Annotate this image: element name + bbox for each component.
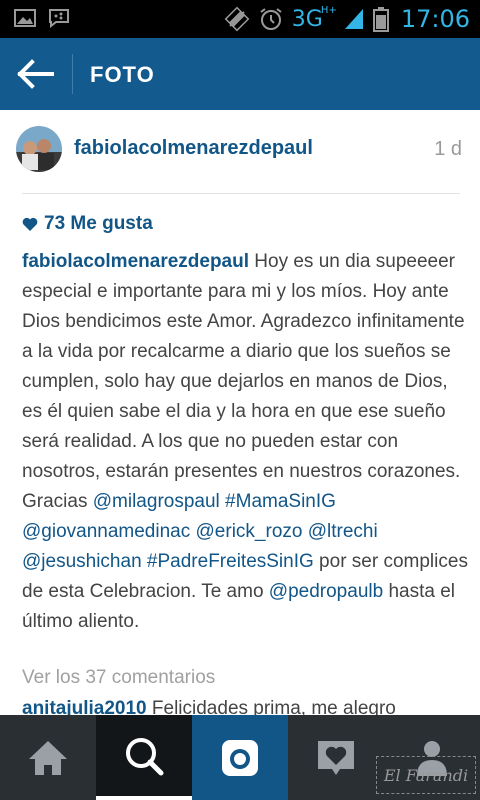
post-username[interactable]: fabiolacolmenarezdepaul — [74, 137, 313, 160]
avatar[interactable] — [16, 126, 62, 172]
bbm-icon — [49, 9, 69, 28]
activity-icon — [318, 740, 354, 775]
view-comments-link[interactable]: Ver los 37 comentarios — [22, 667, 215, 689]
post-time: 1 d — [434, 138, 462, 160]
caption-username[interactable]: fabiolacolmenarezdepaul — [22, 251, 249, 272]
arrow-left-icon[interactable] — [16, 58, 56, 90]
status-clock: 17:06 — [400, 5, 470, 33]
camera-icon — [222, 739, 258, 776]
search-icon — [126, 737, 164, 775]
hashtag-link[interactable]: #MamaSinIG — [225, 491, 336, 512]
nav-search[interactable] — [96, 715, 192, 800]
app-header: FOTO — [0, 38, 480, 110]
mention-link[interactable]: @pedropaulb — [269, 581, 383, 602]
watermark: El Farandi — [376, 756, 476, 794]
nav-camera[interactable] — [192, 715, 288, 800]
nav-activity[interactable] — [288, 715, 384, 800]
signal-icon — [344, 9, 363, 29]
nav-home[interactable] — [0, 715, 96, 800]
hashtag-link[interactable]: #PadreFreitesSinIG — [147, 551, 314, 572]
network-type: 3G H+ — [291, 4, 337, 32]
page-title: FOTO — [90, 62, 155, 87]
signal-off-icon — [224, 6, 250, 32]
likes-label: 73 Me gusta — [44, 213, 153, 234]
likes-count[interactable]: 73 Me gusta — [22, 213, 153, 235]
mention-link[interactable]: @erick_rozo — [196, 521, 303, 542]
image-icon — [14, 9, 36, 27]
heart-icon — [22, 217, 38, 231]
header-divider — [72, 54, 73, 94]
post-caption: fabiolacolmenarezdepaul Hoy es un dia su… — [22, 247, 472, 637]
alarm-icon — [260, 8, 282, 30]
caption-text: Hoy es un dia supeeeer especial e import… — [22, 251, 465, 512]
status-bar: 3G H+ 17:06 — [0, 0, 480, 38]
mention-link[interactable]: @jesushichan — [22, 551, 142, 572]
divider — [22, 193, 460, 194]
battery-icon — [372, 7, 389, 32]
home-icon — [29, 740, 67, 775]
post-header: fabiolacolmenarezdepaul 1 d — [0, 110, 480, 188]
mention-link[interactable]: @ltrechi — [308, 521, 378, 542]
mention-link[interactable]: @milagrospaul — [93, 491, 220, 512]
mention-link[interactable]: @giovannamedinac — [22, 521, 190, 542]
